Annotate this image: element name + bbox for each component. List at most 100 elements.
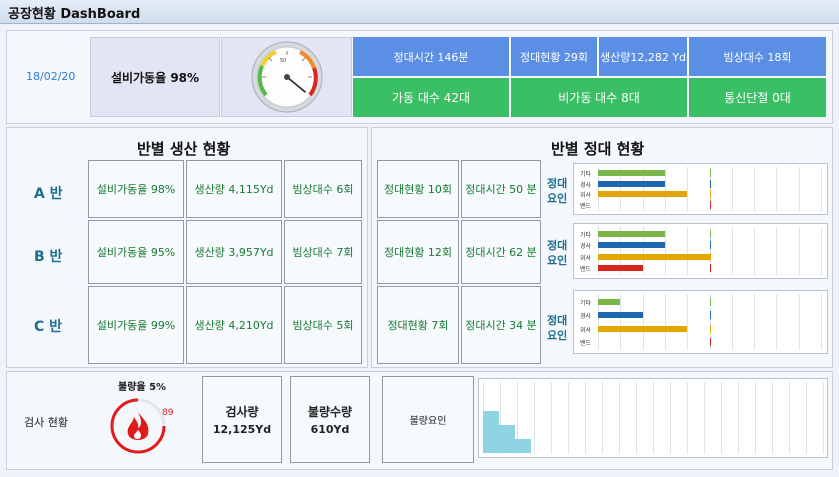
stoppage-title: 반별 정대 현황	[551, 140, 645, 158]
grid-line	[568, 382, 569, 454]
grid-line	[687, 227, 689, 275]
area-step	[483, 411, 499, 453]
stop-cell: 정대현황 7회	[377, 286, 459, 364]
chart-category-label: 기타	[580, 171, 592, 179]
chart-bar	[598, 253, 710, 260]
chart-bar	[598, 325, 688, 332]
prod-cell: 생산량 4,115Yd	[186, 160, 282, 218]
summary-date: 18/02/20	[26, 70, 76, 83]
stat-production: 생산량12,282 Yd	[599, 37, 687, 76]
chart-target-tick	[709, 200, 711, 209]
chart-category-label: 경사	[580, 313, 592, 321]
grid-line	[664, 294, 666, 350]
grid-line	[776, 167, 778, 211]
defect-qty-value: 610Yd	[310, 423, 350, 436]
stop-cell: 정대시간 62 분	[461, 220, 541, 284]
chart-target-tick	[709, 179, 711, 188]
grid-line	[687, 382, 688, 454]
grid-line	[823, 382, 824, 454]
prod-cell: 빔상대수 7회	[284, 220, 362, 284]
factor-label: 정대 요인	[547, 177, 568, 205]
chart-bar	[598, 312, 643, 319]
grid-line	[798, 294, 800, 350]
grid-line	[798, 167, 800, 211]
prod-cell: 생산량 4,210Yd	[186, 286, 282, 364]
chart-bar	[598, 170, 665, 177]
chart-bar	[598, 191, 688, 198]
area-step	[515, 439, 531, 453]
defect-factor-box: 불량요인	[382, 376, 474, 463]
grid-line	[636, 382, 637, 454]
factor-chart-b: 기타경사위사밴드	[573, 223, 828, 279]
defect-factor-label: 불량요인	[409, 416, 447, 427]
production-title: 반별 생산 현황	[137, 140, 231, 158]
grid-line	[731, 167, 733, 211]
grid-line	[619, 382, 620, 454]
grid-line	[776, 294, 778, 350]
grid-line	[664, 227, 666, 275]
stop-cell: 정대시간 34 분	[461, 286, 541, 364]
area-step	[499, 425, 515, 453]
grid-line	[754, 294, 756, 350]
grid-line	[534, 382, 535, 454]
chart-category-label: 기타	[580, 231, 592, 239]
chart-category-label: 경사	[580, 243, 592, 251]
factor-chart-c: 기타 경사 위사 밴드	[573, 290, 828, 354]
chart-target-tick	[709, 297, 711, 306]
factor-chart-a: 기타 경사 위사 밴드	[573, 163, 828, 215]
grid-line	[551, 382, 552, 454]
grid-line	[821, 167, 822, 211]
inspection-label: 검사 현황	[24, 416, 68, 429]
grid-line	[754, 227, 756, 275]
inspected-label: 검사량	[225, 405, 259, 419]
chart-bar	[598, 242, 665, 249]
grid-line	[721, 382, 722, 454]
grid-line	[704, 382, 705, 454]
chart-bar	[598, 230, 665, 237]
prod-cell: 설비가동율 98%	[88, 160, 184, 218]
grid-line	[789, 382, 790, 454]
grid-line	[687, 294, 689, 350]
chart-target-tick	[709, 311, 711, 320]
grid-line	[806, 382, 807, 454]
grid-line	[798, 227, 800, 275]
prod-cell: 생산량 3,957Yd	[186, 220, 282, 284]
chart-category-label: 위사	[580, 254, 592, 262]
stat-running: 가동 대수 42대	[353, 78, 509, 117]
stat-stoppage-count: 정대현황 29회	[511, 37, 597, 76]
svg-text:50: 50	[280, 58, 286, 64]
grid-line	[653, 382, 654, 454]
gauge-panel: 50	[221, 37, 352, 117]
defect-factor-chart	[478, 378, 828, 458]
stop-cell: 정대현황 10회	[377, 160, 459, 218]
factor-label: 정대 요인	[547, 239, 568, 267]
stop-cell: 정대현황 12회	[377, 220, 459, 284]
chart-target-tick	[709, 241, 711, 250]
row-label-b: B 반	[34, 249, 63, 265]
grid-line	[738, 382, 739, 454]
chart-bar	[598, 298, 621, 305]
grid-line	[821, 294, 822, 350]
grid-line	[585, 382, 586, 454]
stop-cell: 정대시간 50 분	[461, 160, 541, 218]
chart-category-label: 위사	[580, 192, 592, 200]
inspected-value: 12,125Yd	[212, 423, 272, 436]
chart-category-label: 밴드	[580, 266, 592, 274]
defect-qty-box: 불량수량 610Yd	[290, 376, 370, 463]
title-bar: 공장현황 DashBoard	[0, 0, 839, 24]
row-label-c: C 반	[34, 319, 63, 335]
chart-target-tick	[709, 264, 711, 273]
grid-line	[776, 227, 778, 275]
utilization-gauge: 50	[251, 41, 323, 113]
prod-cell: 설비가동율 99%	[88, 286, 184, 364]
chart-category-label: 밴드	[580, 340, 592, 348]
prod-cell: 설비가동율 95%	[88, 220, 184, 284]
chart-category-label: 기타	[580, 299, 592, 307]
chart-target-tick	[709, 252, 711, 261]
grid-line	[755, 382, 756, 454]
chart-category-label: 경사	[580, 181, 592, 189]
chart-target-tick	[709, 169, 711, 178]
defect-gauge-value: 89	[162, 408, 174, 418]
grid-line	[664, 167, 666, 211]
prod-cell: 빔상대수 5회	[284, 286, 362, 364]
